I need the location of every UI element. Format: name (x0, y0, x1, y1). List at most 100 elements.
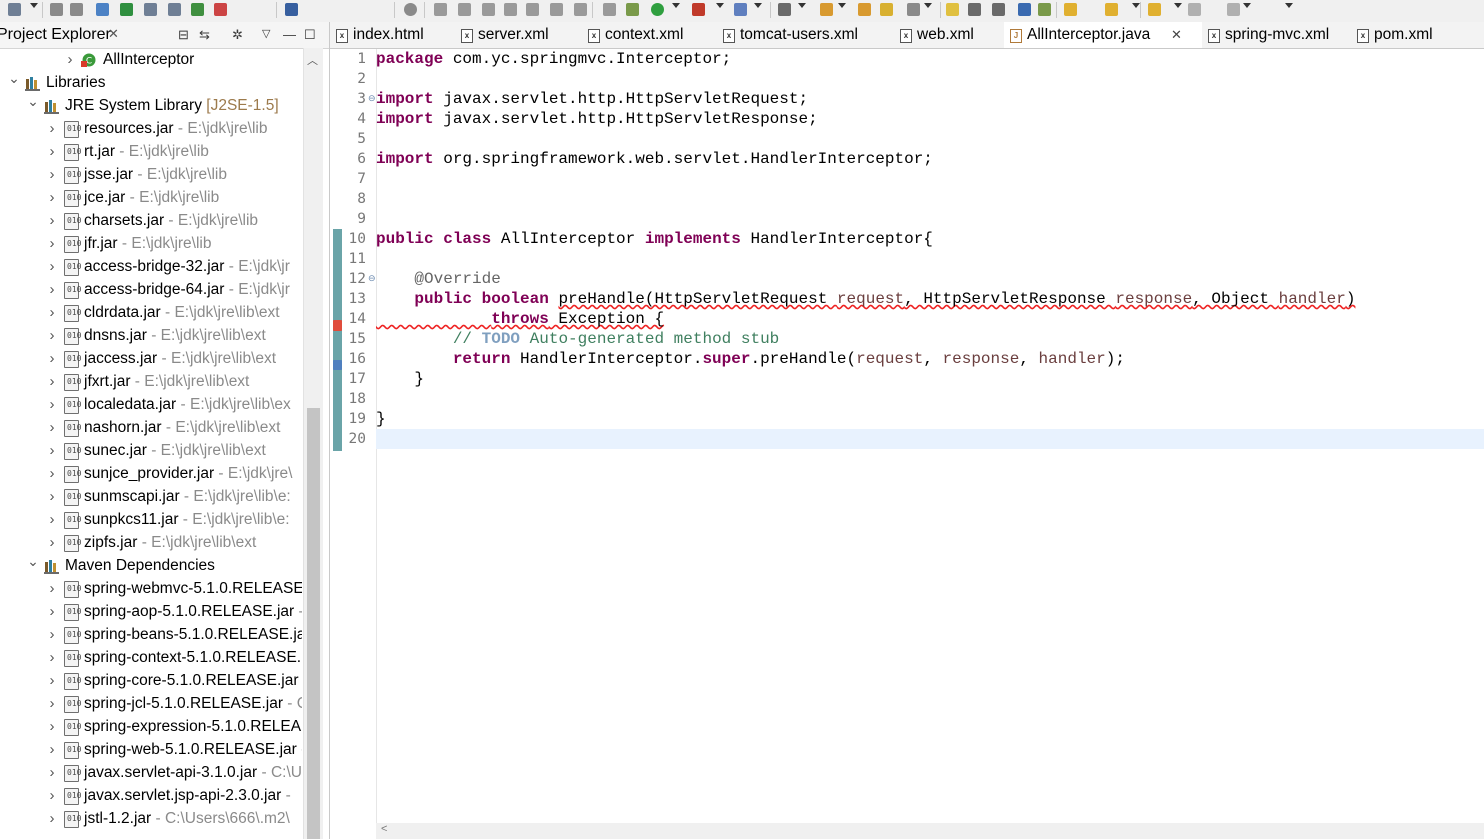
save-all-icon[interactable] (68, 1, 84, 17)
tree-item-maven-jar[interactable]: › 010 jstl-1.2.jar - C:\Users\666\.m2\ (0, 807, 302, 830)
tree-item-maven-jar[interactable]: › 010 spring-core-5.1.0.RELEASE.jar (0, 669, 302, 692)
tab-index-html[interactable]: x index.html (330, 22, 456, 48)
collapsed-twisty-icon[interactable]: › (46, 508, 58, 531)
collapsed-twisty-icon[interactable]: › (46, 531, 58, 554)
scroll-up-icon[interactable]: ︿ (307, 52, 318, 68)
open-task-icon[interactable] (878, 1, 894, 17)
close-icon[interactable]: ✕ (108, 26, 119, 42)
chevron-down-icon[interactable] (798, 3, 806, 8)
tab-spring-mvc-xml[interactable]: x spring-mvc.xml (1202, 22, 1352, 48)
collapsed-twisty-icon[interactable]: › (46, 715, 58, 738)
collapsed-twisty-icon[interactable]: › (46, 117, 58, 140)
collapsed-twisty-icon[interactable]: › (46, 278, 58, 301)
tree-item-jar[interactable]: › 010 localedata.jar - E:\jdk\jre\lib\ex (0, 393, 302, 416)
expanded-twisty-icon[interactable]: ⌄ (27, 94, 39, 113)
collapsed-twisty-icon[interactable]: › (46, 301, 58, 324)
tree-item-jar[interactable]: › 010 cldrdata.jar - E:\jdk\jre\lib\ext (0, 301, 302, 324)
chevron-down-icon[interactable] (672, 3, 680, 8)
scroll-left-icon[interactable]: < (381, 823, 387, 835)
tree-item-jar[interactable]: › 010 jfr.jar - E:\jdk\jre\lib (0, 232, 302, 255)
task-marker-icon[interactable] (333, 360, 342, 370)
collapsed-twisty-icon[interactable]: › (46, 600, 58, 623)
run-config-icon[interactable] (690, 1, 706, 17)
collapsed-twisty-icon[interactable]: › (46, 209, 58, 232)
collapse-all-icon[interactable]: ⊟ (178, 27, 189, 43)
collapsed-twisty-icon[interactable]: › (46, 163, 58, 186)
tree-item-jar[interactable]: › 010 charsets.jar - E:\jdk\jre\lib (0, 209, 302, 232)
tree-item-maven-jar[interactable]: › 010 spring-webmvc-5.1.0.RELEASE (0, 577, 302, 600)
code-line-12[interactable]: @Override (376, 269, 500, 289)
code-line-17[interactable]: } (376, 369, 424, 389)
tree-item-maven-jar[interactable]: › 010spring-web-5.1.0.RELEASE.jar - (0, 738, 302, 761)
tree-item-jar[interactable]: › 010 jsse.jar - E:\jdk\jre\lib (0, 163, 302, 186)
collapsed-twisty-icon[interactable]: › (64, 50, 76, 71)
ext-tools-icon[interactable] (732, 1, 748, 17)
tab-allinterceptor-java[interactable]: J AllInterceptor.java ✕ (1004, 22, 1203, 48)
tree-item-allinterceptor[interactable]: › C AllInterceptor (0, 50, 302, 71)
server-icon[interactable] (189, 1, 205, 17)
code-line-15[interactable]: // TODO Auto-generated method stub (376, 329, 779, 349)
search-icon[interactable] (905, 1, 921, 17)
tab-server-xml[interactable]: x server.xml (455, 22, 583, 48)
suspend-icon[interactable] (456, 1, 472, 17)
explorer-vertical-scrollbar[interactable]: ︿ (303, 48, 323, 839)
expanded-twisty-icon[interactable]: ⌄ (8, 71, 20, 90)
chevron-down-icon[interactable] (1243, 3, 1251, 8)
collapsed-twisty-icon[interactable]: › (46, 324, 58, 347)
tree-item-jar[interactable]: › 010 dnsns.jar - E:\jdk\jre\lib\ext (0, 324, 302, 347)
tree-item-jar[interactable]: › 010 jfxrt.jar - E:\jdk\jre\lib\ext (0, 370, 302, 393)
layout-icon[interactable] (118, 1, 134, 17)
tree-item-maven-jar[interactable]: › 010 javax.servlet-api-3.1.0.jar - C:\U (0, 761, 302, 784)
collapsed-twisty-icon[interactable]: › (46, 761, 58, 784)
annotations-icon[interactable] (944, 1, 960, 17)
tree-item-maven-dependencies[interactable]: ⌄ Maven Dependencies (0, 554, 302, 577)
chevron-down-icon[interactable] (1285, 3, 1293, 8)
link-icon[interactable] (94, 1, 110, 17)
resume-icon[interactable] (432, 1, 448, 17)
chevron-down-icon[interactable] (754, 3, 762, 8)
collapsed-twisty-icon[interactable]: › (46, 186, 58, 209)
editor-horizontal-scrollbar[interactable]: < (376, 823, 1484, 839)
file-icon[interactable] (142, 1, 158, 17)
server2-icon[interactable] (212, 1, 228, 17)
tree-item-jar[interactable]: › 010 sunec.jar - E:\jdk\jre\lib\ext (0, 439, 302, 462)
run-icon[interactable] (649, 1, 665, 17)
minimize-icon[interactable]: — (283, 27, 296, 42)
open-type-icon[interactable] (856, 1, 872, 17)
expanded-twisty-icon[interactable]: ⌄ (27, 554, 39, 573)
tree-item-maven-jar[interactable]: › 010 spring-expression-5.1.0.RELEA (0, 715, 302, 738)
forward-icon[interactable] (1225, 1, 1241, 17)
new-server-icon[interactable] (776, 1, 792, 17)
show-whitespace-icon[interactable] (1016, 1, 1032, 17)
code-line-4[interactable]: import javax.servlet.http.HttpServletRes… (376, 109, 818, 129)
chevron-down-icon[interactable] (838, 3, 846, 8)
tree-item-jar[interactable]: › 010 sunjce_provider.jar - E:\jdk\jre\ (0, 462, 302, 485)
step-into-icon[interactable] (524, 1, 540, 17)
disconnect-icon[interactable] (502, 1, 518, 17)
code-line-16[interactable]: return HandlerInterceptor.super.preHandl… (376, 349, 1125, 369)
tree-item-maven-jar[interactable]: › 010spring-jcl-5.1.0.RELEASE.jar - C (0, 692, 302, 715)
close-tab-icon[interactable]: ✕ (1171, 22, 1182, 48)
code-line-19[interactable]: } (376, 409, 386, 429)
tree-item-maven-jar[interactable]: › 010 spring-beans-5.1.0.RELEASE.ja (0, 623, 302, 646)
monitor-icon[interactable] (283, 1, 299, 17)
step-over-icon[interactable] (548, 1, 564, 17)
tree-item-jar[interactable]: › 010 jaccess.jar - E:\jdk\jre\lib\ext (0, 347, 302, 370)
collapsed-twisty-icon[interactable]: › (46, 807, 58, 830)
word-wrap-icon[interactable] (990, 1, 1006, 17)
fold-collapse-icon[interactable]: ⊖ (368, 89, 376, 109)
error-marker-icon[interactable] (333, 320, 342, 331)
tab-tomcat-users-xml[interactable]: x tomcat-users.xml (717, 22, 895, 48)
tree-item-jar[interactable]: › 010 nashorn.jar - E:\jdk\jre\lib\ext (0, 416, 302, 439)
tab-pom-xml[interactable]: x pom.xml (1351, 22, 1484, 48)
fold-collapse-icon[interactable]: ⊖ (368, 269, 376, 289)
collapsed-twisty-icon[interactable]: › (46, 784, 58, 807)
tree-item-jar[interactable]: › 010 rt.jar - E:\jdk\jre\lib (0, 140, 302, 163)
next-annotation-icon[interactable] (1062, 1, 1078, 17)
collapsed-twisty-icon[interactable]: › (46, 347, 58, 370)
link-with-editor-icon[interactable]: ⇆ (199, 27, 210, 43)
new-icon[interactable] (6, 1, 22, 17)
chevron-down-icon[interactable] (30, 3, 38, 8)
scrollbar-thumb[interactable] (307, 408, 320, 839)
collapsed-twisty-icon[interactable]: › (46, 669, 58, 692)
